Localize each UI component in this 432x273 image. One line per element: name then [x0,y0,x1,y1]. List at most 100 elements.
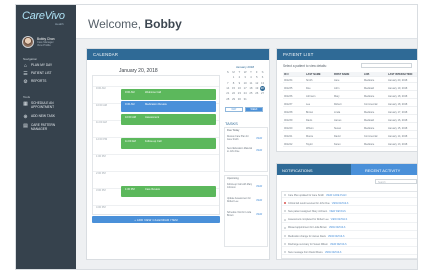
week-view-button[interactable]: WEEK [245,107,263,112]
task-item[interactable]: Send Education Material to John Doe VIEW [227,148,267,156]
mini-day[interactable]: 30 [237,97,243,102]
patient-search-input[interactable] [361,63,412,68]
sidebar-item-patient-list[interactable]: ☰ PATIENT LIST [21,71,73,79]
task-view-link[interactable]: VIEW [256,199,262,202]
sidebar-item-schedule-appointment[interactable]: ▦ SCHEDULE AN APPOINTMENT [21,101,73,112]
mini-day[interactable]: 6 [260,75,266,80]
notification-link[interactable]: VIEW DETAILS [330,243,347,246]
mini-day[interactable]: 27 [260,91,266,96]
notification-link[interactable]: VIEW DETAILS [332,202,349,205]
column-header[interactable]: LAST NAME [306,73,321,76]
mini-day[interactable]: 11 [248,81,254,86]
notification-item[interactable]: Discharge summary for Susan Wilson VIEW D… [282,241,417,248]
notification-link[interactable]: VIEW CARE PLAN [326,194,346,197]
mini-day[interactable]: 5 [254,75,260,80]
mini-day[interactable]: 15 [231,86,237,91]
mini-day[interactable]: 8 [231,81,237,86]
table-row[interactable]: 001236 Johnson Mary Medicare January 18, 201… [283,94,417,99]
mini-day[interactable]: 1 [231,75,237,80]
notification-link[interactable]: VIEW DETAILS [325,251,342,254]
mini-weekday: T [238,70,241,74]
day-view-button[interactable]: DAY [225,107,243,112]
mini-day[interactable]: 9 [237,81,243,86]
sidebar-item-care-pattern-manager[interactable]: ▤ CARE PATTERN MANAGER [21,123,73,134]
column-header[interactable]: LOB [364,73,369,76]
calendar-event[interactable]: 9:30 AM Medication Review [121,101,216,112]
notification-link[interactable]: VIEW DETAILS [331,218,348,221]
calendar-event[interactable]: 1:30 PM Care Review [121,186,216,197]
mini-day[interactable]: 16 [237,86,243,91]
mini-day[interactable]: 4 [248,75,254,80]
notification-link[interactable]: VIEW DETAILS [329,210,346,213]
sidebar-item-add-new-task[interactable]: ⊕ ADD NEW TASK [21,114,73,122]
calendar-event[interactable]: 10:00 AM Assessment [121,114,216,125]
task-view-link[interactable]: VIEW [256,137,262,140]
task-view-link[interactable]: VIEW [256,213,262,216]
view-profile-link[interactable]: View Profile [37,44,51,47]
table-row[interactable]: 001235 Doe John Medicaid January 19, 2018 [283,86,417,91]
tab-recent-activity[interactable]: RECENT ACTIVITY [351,164,417,175]
user-profile[interactable]: Bobby Chan Care Manager View Profile [22,36,72,48]
column-header[interactable]: LAST INTERACTION [388,73,412,76]
table-row[interactable]: 001234 Smith Jane Medicare January 20, 2018 [283,78,417,83]
mini-day[interactable]: 14 [225,86,231,91]
mini-day[interactable]: 25 [248,91,254,96]
calendar-event[interactable]: 11:00 AM Follow-up Call [121,138,216,149]
table-row[interactable]: 001240 Wilson Susan Medicare January 15, 201… [283,126,417,131]
day-schedule[interactable]: 9:00 AM 10:00 AM 11:00 AM 12:00 PM 1:00 … [92,75,220,215]
tab-notifications[interactable]: NOTIFICATIONS [277,164,351,175]
notification-search-input[interactable]: Search [375,179,417,184]
mini-day[interactable]: 17 [242,86,248,91]
mini-day[interactable]: 21 [225,91,231,96]
mini-day[interactable]: 26 [254,91,260,96]
table-row[interactable]: 001242 Taylor Karen Medicare January 13, 201… [283,142,417,147]
notification-link[interactable]: VIEW DETAILS [328,235,345,238]
table-row[interactable]: 001239 Davis James Medicaid January 16, 2018 [283,118,417,123]
logo-subtext: Health [55,22,64,26]
mini-day[interactable]: 22 [231,91,237,96]
notification-item[interactable]: Assessment completed for Robert Lee VIEW … [282,217,417,223]
add-calendar-item-button[interactable]: + ADD NEW CALENDAR ITEM [92,216,220,223]
mini-day[interactable]: 20 [259,85,265,91]
table-row[interactable]: 001237 Lee Robert Commercial January 18, 201… [283,102,417,107]
sidebar-item-reports[interactable]: ⚙ REPORTS [21,79,73,87]
table-cell: Moore [306,135,314,138]
column-header[interactable]: ID # [284,73,289,76]
table-row[interactable]: 001238 Brown Linda Medicare January 17, 2018 [283,110,417,115]
notification-item[interactable]: Care Plan updated for Jane Smith VIEW CAR… [282,192,417,198]
mini-day[interactable]: 19 [254,86,260,91]
mini-day[interactable]: 2 [237,75,243,80]
column-header[interactable]: FIRST NAME [334,73,349,76]
mini-day[interactable]: 29 [231,97,237,102]
app-logo[interactable]: CareVivo Health [22,10,72,32]
task-item[interactable]: Review Care Plan for Jane Smith VIEW [227,136,267,144]
mini-day[interactable] [225,75,231,80]
mini-day[interactable]: 24 [242,91,248,96]
mini-day[interactable]: 18 [248,86,254,91]
task-item[interactable]: Schedule Visit for Linda Brown VIEW [227,212,267,220]
task-view-link[interactable]: VIEW [256,149,262,152]
notification-text: Critical lab result received for John Do… [288,202,348,205]
mini-day[interactable]: 31 [242,97,248,102]
mini-day[interactable]: 12 [254,81,260,86]
notification-item[interactable]: New message from David Moore VIEW DETAILS [282,249,417,256]
calendar-event[interactable]: 9:00 AM Welcome Call [121,89,216,100]
notification-link[interactable]: VIEW DETAILS [329,226,346,229]
table-row[interactable]: 001241 Moore David Commercial January 14, 20… [283,134,417,139]
mini-day[interactable]: 28 [225,97,231,102]
mini-day[interactable]: 13 [260,81,266,86]
task-item[interactable]: Update Assessment for Robert Lee VIEW [227,198,267,206]
mini-day[interactable]: 23 [237,91,243,96]
task-item[interactable]: Follow-up Call with Mary Johnson VIEW [227,184,267,192]
sidebar-item-plan-my-day[interactable]: ⌂ PLAN MY DAY [21,63,73,71]
task-view-link[interactable]: VIEW [256,185,262,188]
mini-day[interactable]: 7 [225,81,231,86]
notification-item[interactable]: Missed appointment for Linda Brown VIEW D… [282,225,417,231]
mini-day[interactable]: 3 [242,75,248,80]
sidebar-item-label: PLAN MY DAY [31,63,53,67]
bullet-icon [284,235,286,237]
notification-item[interactable]: Medication change for James Davis VIEW DE… [282,233,417,239]
notification-item[interactable]: New patient assigned: Mary Johnson VIEW D… [282,208,417,215]
mini-day[interactable]: 10 [242,81,248,86]
notification-item[interactable]: Critical lab result received for John Do… [282,200,417,207]
